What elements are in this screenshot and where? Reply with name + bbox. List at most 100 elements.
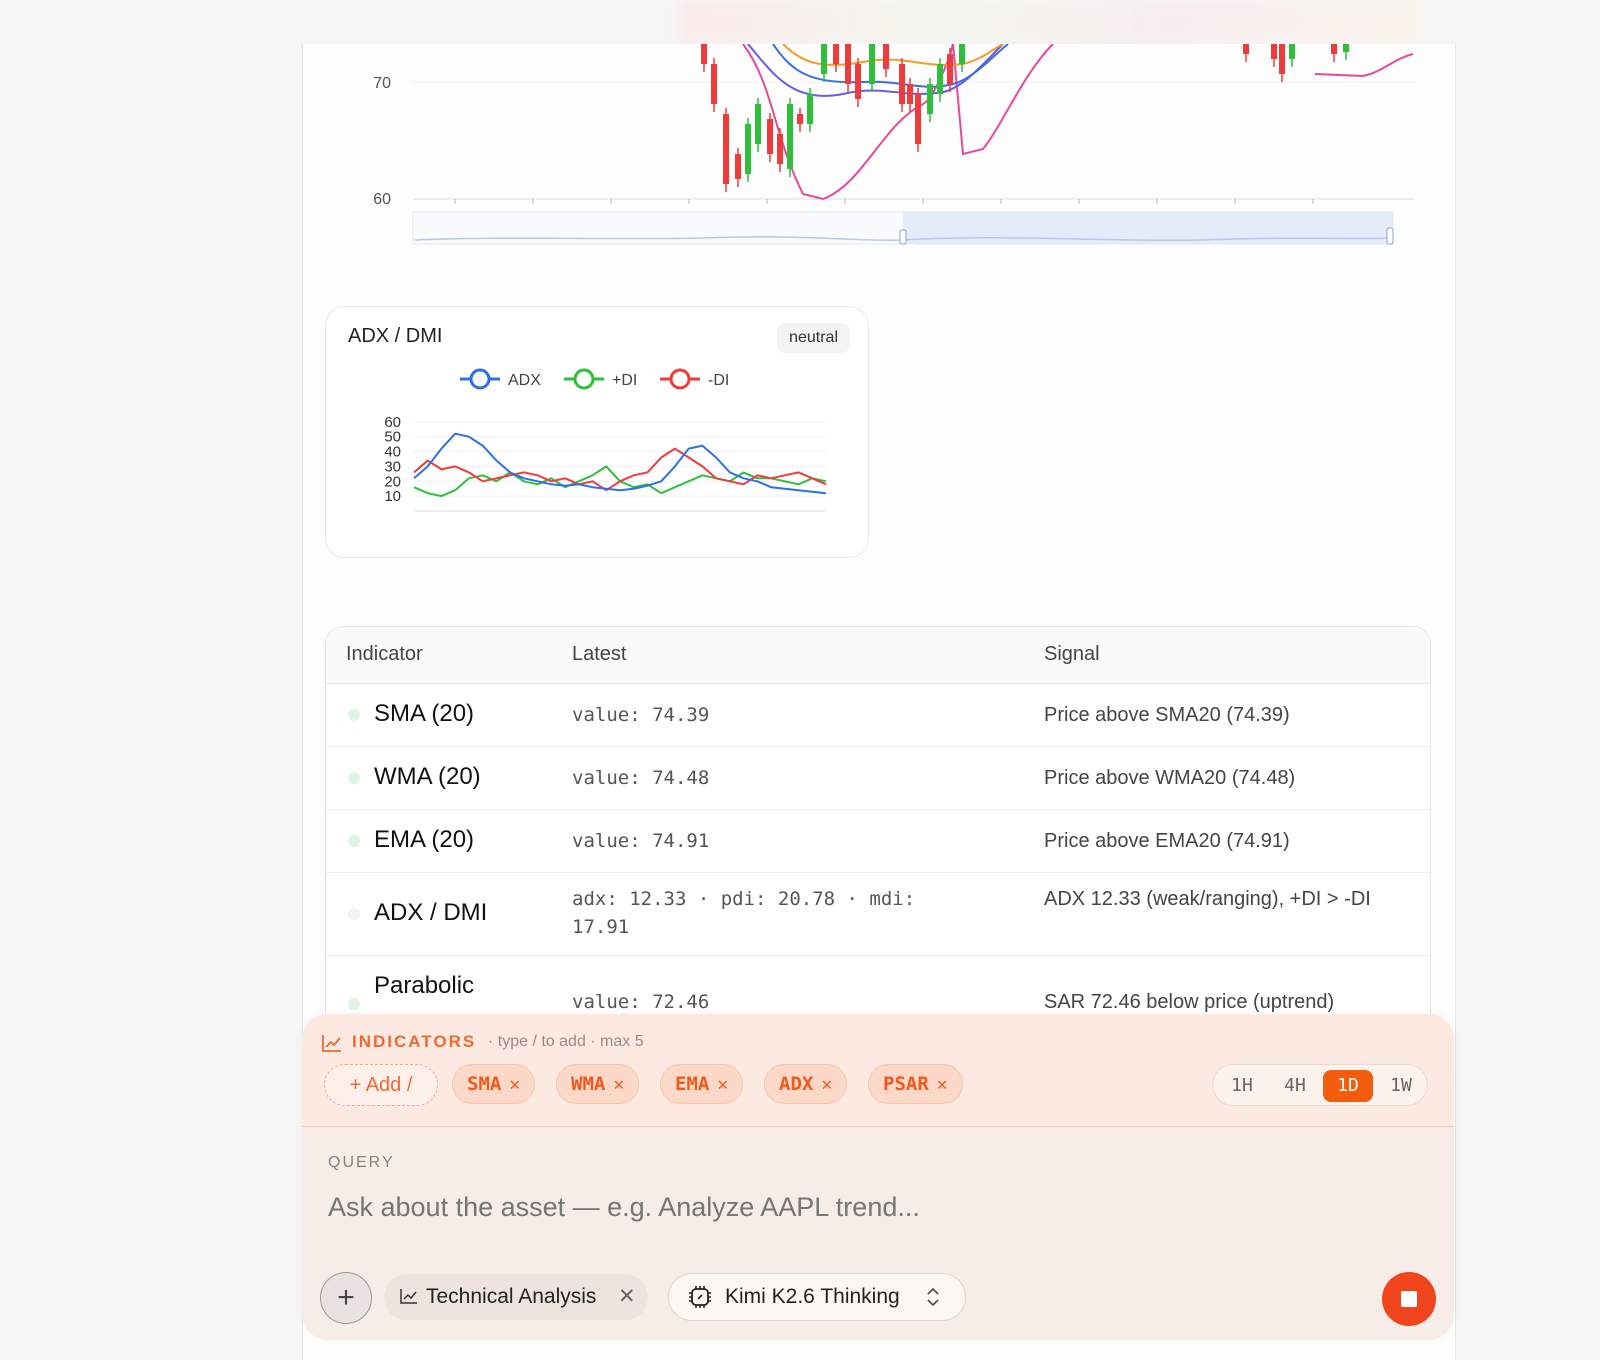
price-chart: 70 60 8 May16 May24 May1 Jun9 Jun17 Jun2…: [373, 44, 1415, 245]
status-dot: [348, 998, 360, 1010]
chip-label: WMA: [571, 1073, 606, 1095]
candle-body: [947, 54, 953, 84]
sma-line: [782, 44, 1004, 67]
table-row[interactable]: EMA (20) value: 74.91 Price above EMA20 …: [326, 810, 1430, 873]
latest-value: value: 74.91: [572, 830, 710, 852]
candle-body: [845, 44, 851, 84]
indicators-hint: · type / to add · max 5: [488, 1033, 644, 1050]
zoom-handle-right[interactable]: [1386, 227, 1394, 245]
candle-body: [1271, 44, 1277, 59]
indicator-name: Parabolic: [374, 972, 475, 999]
timeframe-1h[interactable]: 1H: [1217, 1070, 1267, 1102]
attach-button[interactable]: +: [320, 1272, 372, 1324]
timeframe-1w[interactable]: 1W: [1376, 1070, 1426, 1102]
candle-body: [735, 154, 741, 179]
signal-text: SAR 72.46 below price (uptrend): [1044, 991, 1335, 1013]
candle-body: [907, 84, 913, 104]
stop-icon: [1401, 1291, 1417, 1307]
chart-line-icon: [322, 1035, 341, 1052]
legend-marker: [573, 368, 595, 390]
candle-body: [855, 64, 861, 99]
legend-marker: [469, 368, 491, 390]
latest-value: value: 74.39: [572, 704, 710, 726]
price-overlays: [742, 44, 1414, 201]
close-icon[interactable]: ✕: [618, 1274, 636, 1320]
wma-line: [772, 44, 1009, 88]
close-icon[interactable]: ✕: [509, 1074, 520, 1095]
query-label: QUERY: [328, 1154, 395, 1171]
adx-chart: ADX +DI -DI 605040302010: [384, 368, 827, 512]
signal-text: ADX 12.33 (weak/ranging), +DI > -DI: [1044, 888, 1371, 910]
chevron-up-down-icon: [927, 1287, 939, 1307]
candle-body: [1343, 44, 1349, 52]
indicator-chip-sma[interactable]: SMA ✕: [452, 1064, 536, 1104]
timeframe-1d[interactable]: 1D: [1323, 1070, 1373, 1102]
stop-button[interactable]: [1382, 1272, 1436, 1326]
zoom-handle-left[interactable]: [899, 229, 907, 245]
candle-body: [711, 64, 717, 104]
indicator-table: Indicator Latest Signal SMA (20) value: …: [325, 626, 1431, 1046]
candle-body: [797, 114, 803, 124]
status-dot: [348, 908, 360, 920]
zoom-slider-window[interactable]: [903, 212, 1393, 244]
indicators-label: INDICATORS: [352, 1032, 477, 1051]
candle-body: [701, 44, 707, 64]
close-icon[interactable]: ✕: [937, 1074, 948, 1095]
adx-grid: 605040302010: [384, 414, 826, 512]
candle-body: [821, 44, 827, 74]
cpu-icon: [689, 1286, 711, 1308]
model-selector[interactable]: Kimi K2.6 Thinking: [668, 1273, 966, 1321]
candle-body: [807, 94, 813, 124]
candle-body: [927, 84, 933, 114]
candle-body: [883, 44, 889, 69]
chip-label: ADX: [779, 1073, 814, 1095]
adx-legend[interactable]: ADX +DI -DI: [460, 368, 729, 390]
indicator-chip-psar[interactable]: PSAR ✕: [868, 1064, 963, 1104]
candle-body: [915, 94, 921, 144]
indicator-chip-wma[interactable]: WMA ✕: [556, 1064, 640, 1104]
legend-label: ADX: [508, 372, 541, 389]
query-input[interactable]: [328, 1192, 1228, 1223]
close-icon[interactable]: ✕: [613, 1074, 624, 1095]
indicator-name: WMA (20): [374, 763, 481, 790]
candle-body: [959, 44, 965, 64]
model-label: Kimi K2.6 Thinking: [725, 1285, 900, 1308]
mode-chip[interactable]: Technical Analysis ✕: [384, 1274, 648, 1320]
status-dot: [348, 835, 360, 847]
composer: INDICATORS · type / to add · max 5 + Add…: [302, 1014, 1454, 1340]
candle-body: [869, 44, 875, 84]
legend-label: -DI: [708, 372, 729, 389]
candle-body: [1279, 44, 1285, 74]
signal-text: Price above WMA20 (74.48): [1044, 767, 1296, 789]
band-line: [1314, 53, 1414, 78]
chip-label: PSAR: [883, 1073, 929, 1095]
header-latest: Latest: [572, 643, 627, 665]
table-row[interactable]: ADX / DMI adx: 12.33 · pdi: 20.78 · mdi:…: [326, 873, 1430, 956]
latest-value: value: 72.46: [572, 991, 710, 1013]
indicator-chip-ema[interactable]: EMA ✕: [660, 1064, 744, 1104]
candle-body: [787, 104, 793, 169]
legend-marker: [669, 368, 691, 390]
band-line: [952, 44, 1054, 156]
table-row[interactable]: WMA (20) value: 74.48 Price above WMA20 …: [326, 747, 1430, 810]
close-icon[interactable]: ✕: [717, 1074, 728, 1095]
close-icon[interactable]: ✕: [821, 1074, 832, 1095]
adx-dmi-card: ADX / DMI neutral ADX +DI -DI 60 50 40 30 20 10: [325, 306, 869, 558]
indicators-bar: INDICATORS · type / to add · max 5 + Add…: [302, 1014, 1454, 1127]
series-line-adx: [413, 432, 827, 495]
table-row[interactable]: SMA (20) value: 74.39 Price above SMA20 …: [326, 684, 1430, 747]
y-tick-label: 10: [384, 488, 401, 505]
indicator-chip-adx[interactable]: ADX ✕: [764, 1064, 848, 1104]
chart-line-icon: [400, 1289, 417, 1304]
adx-series: [413, 432, 827, 498]
chip-label: SMA: [467, 1073, 502, 1095]
candle-body: [1289, 44, 1295, 59]
latest-value: value: 74.48: [572, 767, 710, 789]
timeframe-4h[interactable]: 4H: [1270, 1070, 1320, 1102]
chip-label: EMA: [675, 1073, 710, 1095]
header-indicator: Indicator: [346, 643, 423, 665]
signal-text: Price above EMA20 (74.91): [1044, 830, 1290, 852]
add-indicator-button[interactable]: + Add /: [324, 1064, 438, 1106]
signal-text: Price above SMA20 (74.39): [1044, 704, 1290, 726]
indicator-name: ADX / DMI: [374, 899, 488, 926]
